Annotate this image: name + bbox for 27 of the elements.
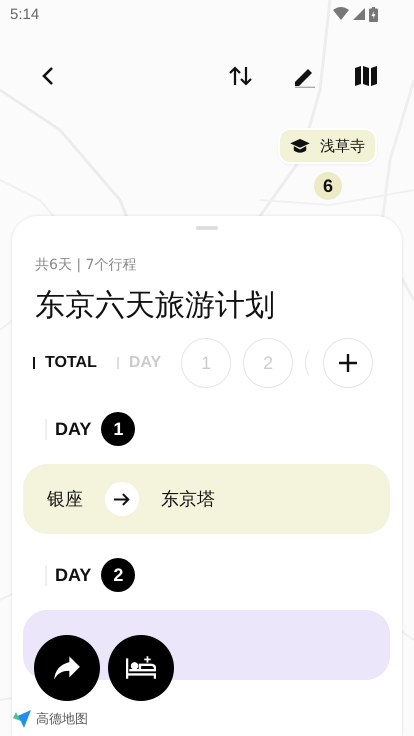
route-card[interactable]: 银座 东京塔: [23, 464, 390, 534]
day-label: DAY: [45, 564, 92, 586]
map-pin-label[interactable]: 浅草寺: [280, 130, 375, 162]
share-icon: [53, 655, 81, 681]
day-number-badge: 1: [101, 412, 136, 446]
route-end: 东京塔: [161, 488, 215, 511]
route-start: 银座: [47, 488, 83, 511]
battery-icon: [369, 6, 378, 22]
wifi-icon: [333, 7, 349, 21]
signal-icon: [353, 8, 365, 20]
view-tab[interactable]: TOTAL: [33, 357, 97, 369]
map-attribution: 高德地图: [36, 711, 88, 728]
map-icon[interactable]: [354, 65, 378, 87]
plan-summary: 共6天 | 7个行程: [35, 256, 138, 274]
pin-name: 浅草寺: [320, 136, 365, 156]
day-number-badge: 2: [101, 558, 136, 592]
status-time: 5:14: [10, 6, 40, 22]
graduation-cap-icon: [290, 138, 310, 154]
day-label: DAY: [45, 418, 92, 440]
drag-handle[interactable]: [196, 226, 218, 230]
arrow-icon: [113, 492, 131, 506]
back-icon[interactable]: [41, 65, 55, 87]
sort-icon[interactable]: [228, 65, 254, 87]
map-logo-icon: [12, 709, 32, 729]
plus-icon: [338, 353, 358, 373]
plan-title: 东京六天旅游计划: [35, 287, 276, 325]
bed-plus-icon: [126, 656, 156, 680]
